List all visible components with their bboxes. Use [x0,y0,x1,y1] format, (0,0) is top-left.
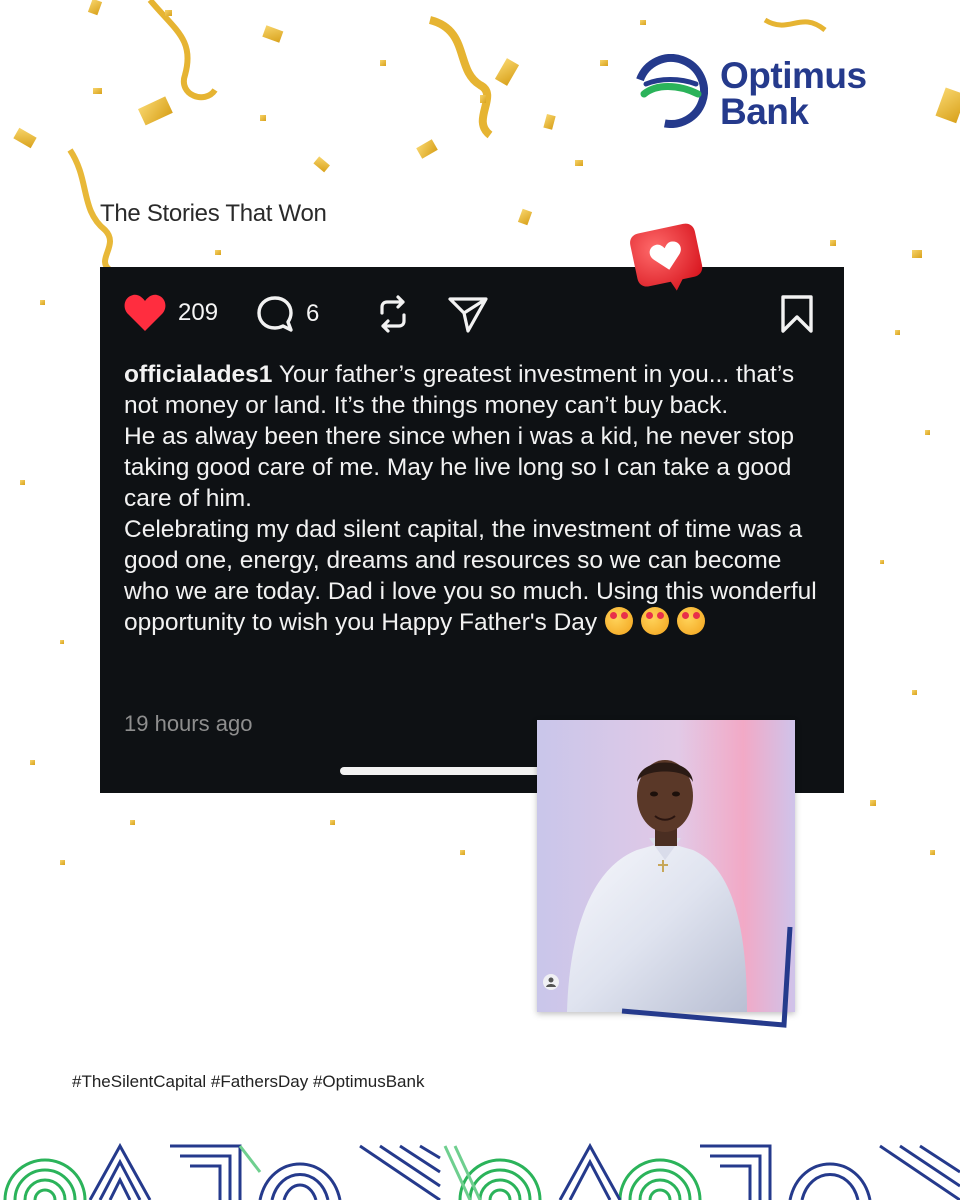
heart-badge-icon [630,223,703,291]
comment-count: 6 [306,300,320,327]
bookmark-action[interactable] [778,293,816,335]
photo-frame-accent [621,926,793,1028]
bookmark-icon[interactable] [778,293,816,335]
smiling-face-with-hearts-icon [641,607,670,635]
bottom-pattern-decoration [0,1142,960,1200]
share-icon[interactable] [446,293,490,335]
section-title: The Stories That Won [100,200,327,227]
comment-action[interactable]: 6 [254,293,319,335]
post-timestamp: 19 hours ago [124,711,253,736]
instagram-post-card: 209 6 officialades1 Your father’s greate… [100,267,844,793]
brand-name-line2: Bank [720,91,809,132]
like-count: 209 [178,299,219,326]
like-action[interactable]: 209 [122,293,218,333]
caption-paragraph-3: Celebrating my dad silent capital, the i… [124,516,817,636]
smiling-face-with-hearts-icon [605,607,634,635]
heart-icon[interactable] [122,293,168,333]
repost-icon[interactable] [372,293,414,335]
brand-name-line1: Optimus [720,55,867,96]
repost-action[interactable] [372,293,414,335]
smiling-face-with-hearts-icon [677,607,706,635]
comment-icon[interactable] [254,293,296,335]
caption-paragraph-2: He as alway been there since when i was … [124,423,795,512]
post-username[interactable]: officialades1 [124,361,272,388]
optimus-bank-logo: Optimus Bank [634,54,894,134]
share-action[interactable] [446,293,490,335]
logo-mark-icon [634,54,708,128]
post-actions-bar: 209 6 [122,293,822,335]
post-caption: officialades1 Your father’s greatest inv… [124,359,824,638]
hashtags: #TheSilentCapital #FathersDay #OptimusBa… [72,1072,425,1091]
